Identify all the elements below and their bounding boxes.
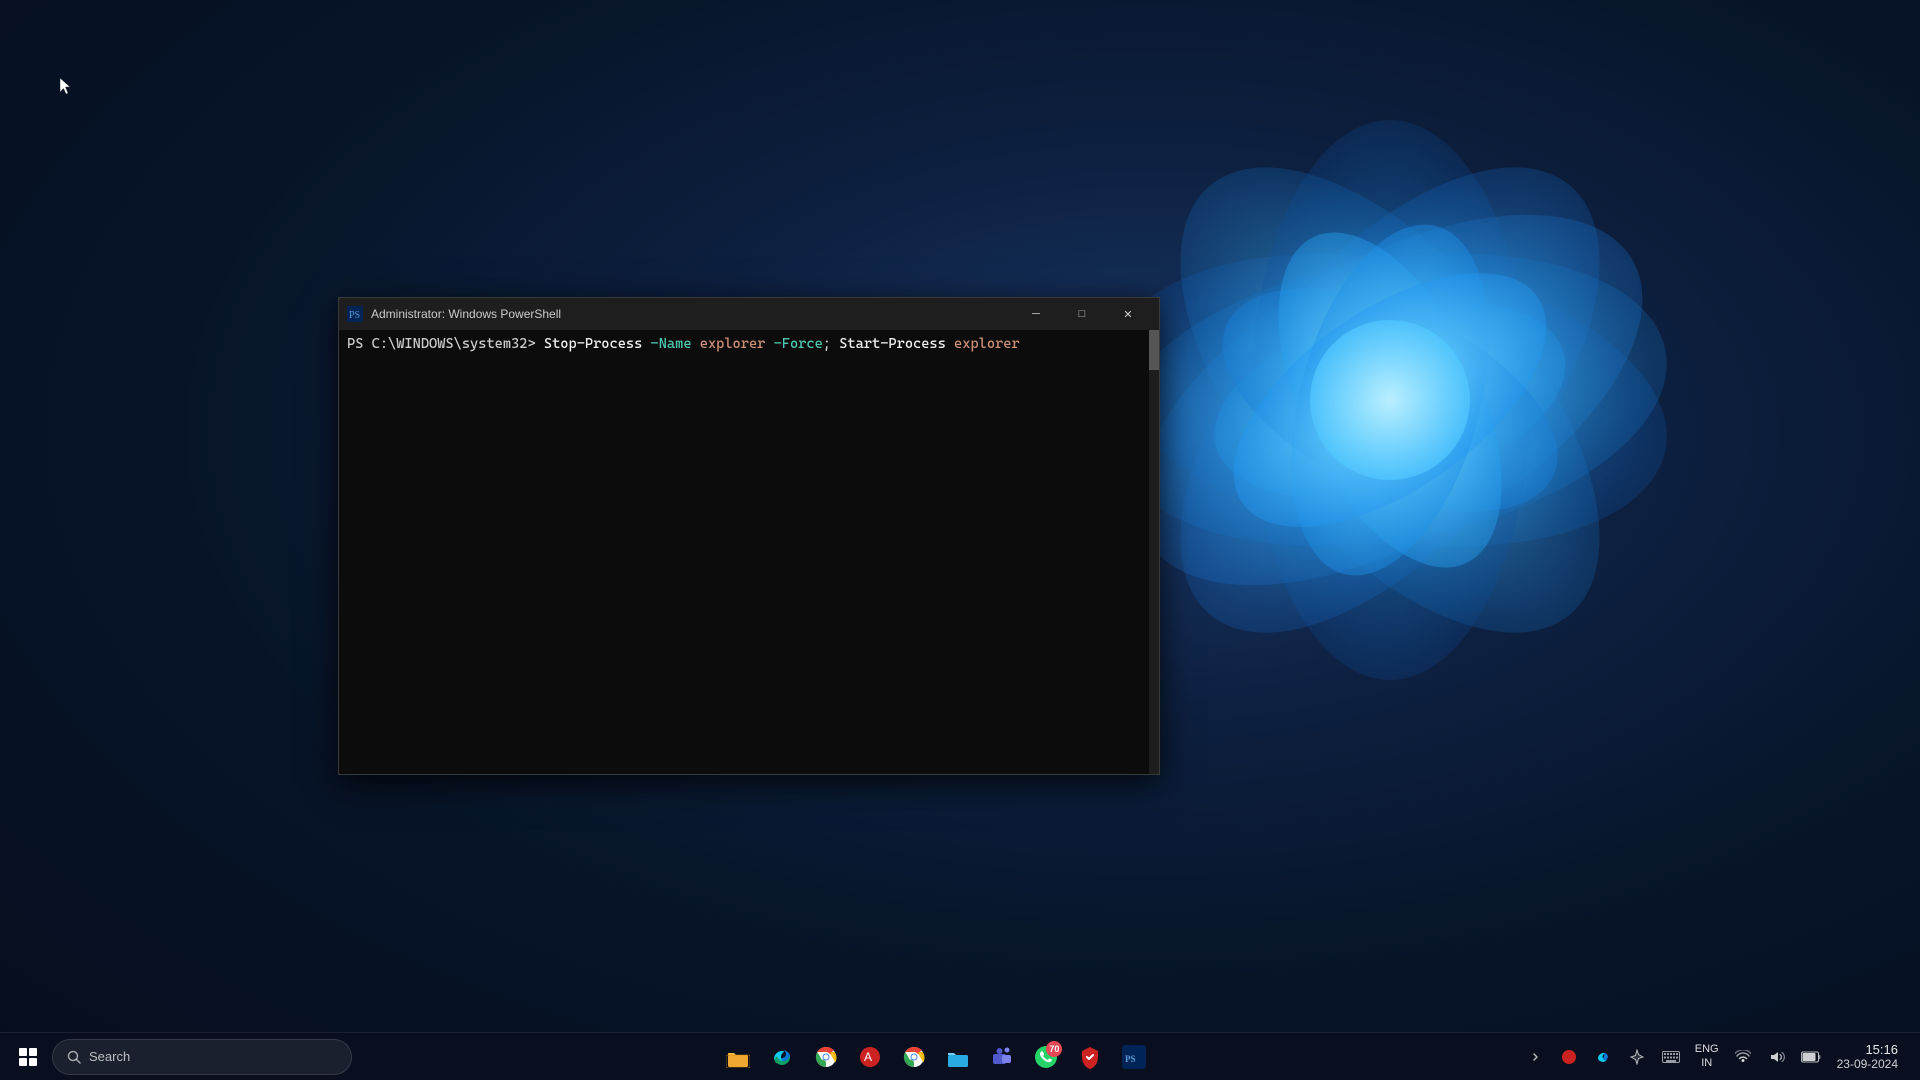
tray-app-red[interactable] [1555,1039,1583,1075]
ps-prompt: PS C:\WINDOWS\system32> [347,334,544,355]
ps-scrollbar[interactable] [1149,330,1159,774]
tray-wifi[interactable] [1729,1039,1757,1075]
logo-cell-1 [19,1048,27,1056]
clock-date: 23-09-2024 [1837,1057,1898,1071]
system-clock[interactable]: 15:16 23-09-2024 [1831,1037,1904,1077]
window-controls: ─ □ ✕ [1013,298,1151,330]
ps-space2 [692,334,700,355]
ps-value2: explorer [954,334,1020,355]
mouse-cursor [60,78,72,96]
logo-cell-2 [29,1048,37,1056]
tray-overflow-button[interactable] [1521,1039,1549,1075]
taskbar-left: Search [8,1037,352,1077]
tray-sparkle[interactable] [1623,1039,1651,1075]
taskbar-file-explorer[interactable] [718,1037,758,1077]
maximize-button[interactable]: □ [1059,298,1105,330]
taskbar-powershell[interactable]: PS [1114,1037,1154,1077]
close-button[interactable]: ✕ [1105,298,1151,330]
powershell-content[interactable]: PS C:\WINDOWS\system32> Stop-Process -Na… [339,330,1159,774]
taskbar-edge[interactable] [762,1037,802,1077]
tray-speaker[interactable] [1763,1039,1791,1075]
ps-scrollbar-thumb [1149,330,1159,370]
taskbar: Search [0,1032,1920,1080]
taskbar-red-app[interactable]: A [850,1037,890,1077]
svg-text:A: A [864,1050,872,1064]
language-indicator[interactable]: ENG IN [1691,1041,1723,1071]
ps-space1 [642,334,650,355]
search-label: Search [89,1049,130,1064]
clock-time: 15:16 [1865,1042,1898,1057]
whatsapp-badge: 70 [1046,1041,1062,1057]
lang-line1: ENG [1695,1043,1719,1056]
svg-text:PS: PS [349,310,360,321]
taskbar-right: ENG IN [1521,1037,1912,1077]
ps-space4 [831,334,839,355]
windows-logo [19,1048,37,1066]
taskbar-center-icons: A [352,1037,1521,1077]
tray-keyboard[interactable] [1657,1039,1685,1075]
desktop: PS Administrator: Windows PowerShell ─ □… [0,0,1920,1080]
ps-command-stop: Stop-Process [544,334,642,355]
tray-battery[interactable] [1797,1039,1825,1075]
logo-cell-3 [19,1058,27,1066]
taskbar-chrome[interactable] [806,1037,846,1077]
ps-command-start: Start-Process [839,334,946,355]
start-button[interactable] [8,1037,48,1077]
ps-space5 [946,334,954,355]
taskbar-teams[interactable] [982,1037,1022,1077]
lang-line2: IN [1701,1057,1712,1070]
powershell-icon: PS [347,306,363,322]
tray-edge[interactable] [1589,1039,1617,1075]
search-icon [67,1050,81,1064]
taskbar-security[interactable] [1070,1037,1110,1077]
powershell-window: PS Administrator: Windows PowerShell ─ □… [338,297,1160,775]
minimize-button[interactable]: ─ [1013,298,1059,330]
ps-space3 [765,334,773,355]
taskbar-files[interactable] [938,1037,978,1077]
ps-separator: ; [823,334,831,355]
svg-text:PS: PS [1125,1054,1136,1064]
ps-param1: -Name [651,334,692,355]
command-line: PS C:\WINDOWS\system32> Stop-Process -Na… [347,334,1151,355]
taskbar-whatsapp[interactable]: 70 [1026,1037,1066,1077]
search-bar[interactable]: Search [52,1039,352,1075]
ps-param2: -Force [774,334,823,355]
taskbar-chrome-alt[interactable] [894,1037,934,1077]
powershell-title: Administrator: Windows PowerShell [371,307,1013,321]
logo-cell-4 [29,1058,37,1066]
ps-value1: explorer [700,334,766,355]
powershell-titlebar[interactable]: PS Administrator: Windows PowerShell ─ □… [339,298,1159,330]
